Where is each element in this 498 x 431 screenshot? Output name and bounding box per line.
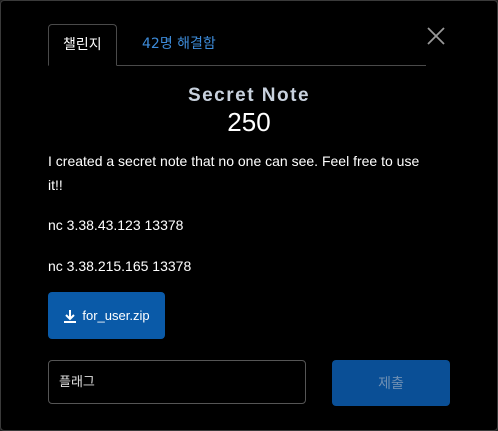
tab-solves[interactable]: 42명 해결함 bbox=[128, 24, 230, 65]
connection-info-1: nc 3.38.43.123 13378 bbox=[48, 217, 184, 233]
flag-input[interactable] bbox=[48, 360, 306, 404]
submit-button[interactable]: 제출 bbox=[332, 360, 450, 406]
download-icon bbox=[63, 309, 77, 323]
download-file-button[interactable]: for_user.zip bbox=[48, 292, 165, 339]
challenge-points: 250 bbox=[227, 107, 271, 137]
challenge-description: I created a secret note that no one can … bbox=[48, 153, 420, 193]
tab-bar: 챌린지 42명 해결함 bbox=[48, 24, 426, 66]
connection-info-2: nc 3.38.215.165 13378 bbox=[48, 258, 192, 274]
challenge-modal: 챌린지 42명 해결함 Secret Note 250 I created a … bbox=[0, 0, 498, 431]
download-file-label: for_user.zip bbox=[82, 308, 150, 323]
tab-challenge[interactable]: 챌린지 bbox=[48, 24, 117, 66]
challenge-title: Secret Note bbox=[187, 85, 311, 106]
close-icon[interactable] bbox=[425, 25, 447, 47]
